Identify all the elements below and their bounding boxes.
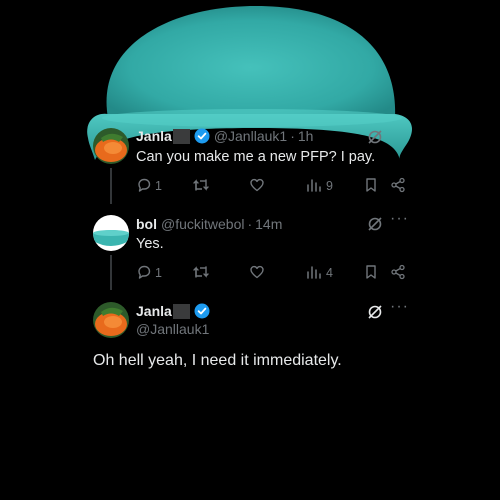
avatar-image xyxy=(93,215,129,251)
username-handle[interactable]: @Janllauk1 xyxy=(136,321,209,337)
separator-dot: · xyxy=(247,216,253,232)
username-handle[interactable]: @Janllauk1 xyxy=(214,128,287,144)
bookmark-icon[interactable] xyxy=(364,177,378,193)
comment-icon[interactable] xyxy=(136,264,152,280)
views-count: 4 xyxy=(326,266,333,280)
redacted-block xyxy=(172,128,190,144)
tweet-header: bol @fuckitwebol · 14m xyxy=(136,216,282,232)
comment-icon[interactable] xyxy=(136,177,152,193)
thread-line xyxy=(110,168,112,204)
verified-badge-icon xyxy=(194,303,210,319)
tweet-subheader: @Janllauk1 xyxy=(136,321,209,337)
thread-line xyxy=(110,255,112,290)
redacted-block xyxy=(172,303,190,319)
display-name[interactable]: bol xyxy=(136,216,157,232)
more-icon[interactable]: ··· xyxy=(390,211,409,227)
display-name[interactable]: Janla xyxy=(136,303,172,319)
avatar[interactable] xyxy=(93,302,129,338)
heart-icon[interactable] xyxy=(249,177,265,193)
views-icon[interactable] xyxy=(306,265,322,279)
more-icon[interactable]: ··· xyxy=(390,299,409,315)
timestamp[interactable]: 14m xyxy=(255,216,282,232)
bowl-overlay-image xyxy=(87,6,412,160)
avatar[interactable] xyxy=(93,215,129,251)
heart-icon[interactable] xyxy=(249,264,265,280)
share-icon[interactable] xyxy=(390,264,406,280)
display-name[interactable]: Janla xyxy=(136,128,172,144)
views-count: 9 xyxy=(326,179,333,193)
tweet-text: Yes. xyxy=(136,236,164,252)
username-handle[interactable]: @fuckitwebol xyxy=(161,216,244,232)
tweet-text: Oh hell yeah, I need it immediately. xyxy=(93,352,342,369)
reply-count: 1 xyxy=(155,266,162,280)
reply-count: 1 xyxy=(155,179,162,193)
tweet-header: Janla @Janllauk1 · 1h xyxy=(136,128,313,144)
avatar-image xyxy=(93,128,129,164)
views-icon[interactable] xyxy=(306,178,322,192)
grok-icon[interactable] xyxy=(367,304,383,320)
avatar[interactable] xyxy=(93,128,129,164)
retweet-icon[interactable] xyxy=(192,177,210,193)
grok-icon[interactable] xyxy=(367,216,383,232)
tweet-header: Janla xyxy=(136,303,210,319)
share-icon[interactable] xyxy=(390,177,406,193)
separator-dot: · xyxy=(290,128,295,144)
grok-icon[interactable] xyxy=(367,129,383,145)
tweet-text: Can you make me a new PFP? I pay. xyxy=(136,149,376,165)
retweet-icon[interactable] xyxy=(192,264,210,280)
verified-badge-icon xyxy=(194,128,210,144)
avatar-image xyxy=(93,302,129,338)
bookmark-icon[interactable] xyxy=(364,264,378,280)
timestamp[interactable]: 1h xyxy=(298,128,314,144)
